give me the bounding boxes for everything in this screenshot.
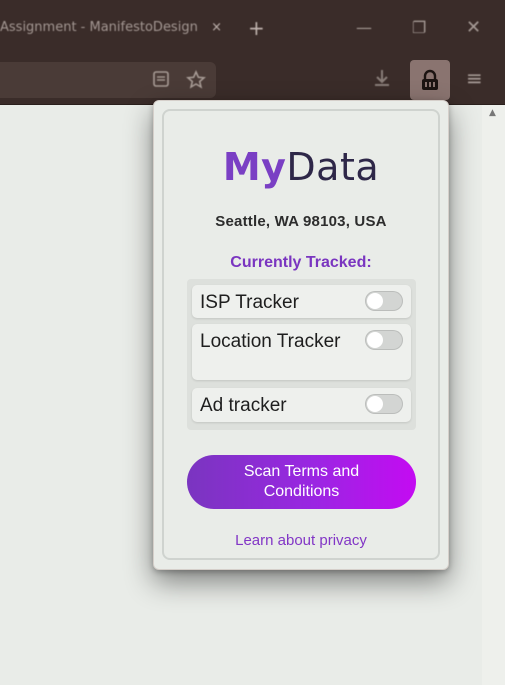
mydata-popup: MyData Seattle, WA 98103, USA Currently …: [153, 100, 449, 570]
currently-tracked-heading: Currently Tracked:: [230, 254, 372, 271]
location-text: Seattle, WA 98103, USA: [215, 213, 387, 230]
isp-tracker-toggle[interactable]: [365, 291, 403, 311]
tab-close-icon[interactable]: ×: [211, 14, 222, 42]
url-bar[interactable]: [0, 62, 216, 98]
new-tab-button[interactable]: +: [248, 14, 265, 42]
location-tracker-toggle[interactable]: [365, 330, 403, 350]
bookmark-star-icon[interactable]: [186, 70, 206, 94]
page-scrollbar[interactable]: [482, 105, 505, 685]
window-minimize-button[interactable]: —: [356, 14, 372, 42]
ad-tracker-toggle[interactable]: [365, 394, 403, 414]
logo-my: My: [222, 145, 287, 189]
tab-title: Assignment - ManifestoDesign: [0, 20, 198, 35]
tracker-list: ISP Tracker Location Tracker Ad tracker: [187, 279, 416, 430]
download-icon[interactable]: [372, 68, 392, 93]
toggle-knob: [367, 332, 383, 348]
tracker-row-isp: ISP Tracker: [192, 285, 411, 318]
tracker-row-ad: Ad tracker: [192, 388, 411, 422]
toggle-knob: [367, 396, 383, 412]
scroll-up-arrow-icon[interactable]: ▲: [489, 108, 496, 118]
lock-icon: [422, 69, 438, 90]
popup-panel: MyData Seattle, WA 98103, USA Currently …: [162, 109, 440, 560]
tracker-label: Location Tracker: [200, 331, 341, 352]
learn-about-privacy-link[interactable]: Learn about privacy: [164, 532, 438, 549]
browser-tab[interactable]: Assignment - ManifestoDesign ×: [0, 14, 228, 42]
mydata-logo: MyData: [164, 145, 438, 189]
window-close-button[interactable]: ✕: [466, 14, 481, 42]
browser-titlebar: Assignment - ManifestoDesign × + — ❐ ✕: [0, 0, 505, 56]
window-maximize-button[interactable]: ❐: [412, 14, 426, 42]
browser-navbar: ≡: [0, 56, 505, 105]
tracker-label: Ad tracker: [200, 395, 287, 416]
tracker-label: ISP Tracker: [200, 292, 299, 313]
reader-view-icon[interactable]: [152, 70, 170, 92]
logo-data: Data: [286, 145, 380, 189]
scan-terms-button[interactable]: Scan Terms and Conditions: [187, 455, 416, 509]
extension-lock-button[interactable]: [410, 60, 450, 100]
hamburger-menu-icon[interactable]: ≡: [466, 66, 483, 90]
toggle-knob: [367, 293, 383, 309]
tracker-row-location: Location Tracker: [192, 324, 411, 380]
